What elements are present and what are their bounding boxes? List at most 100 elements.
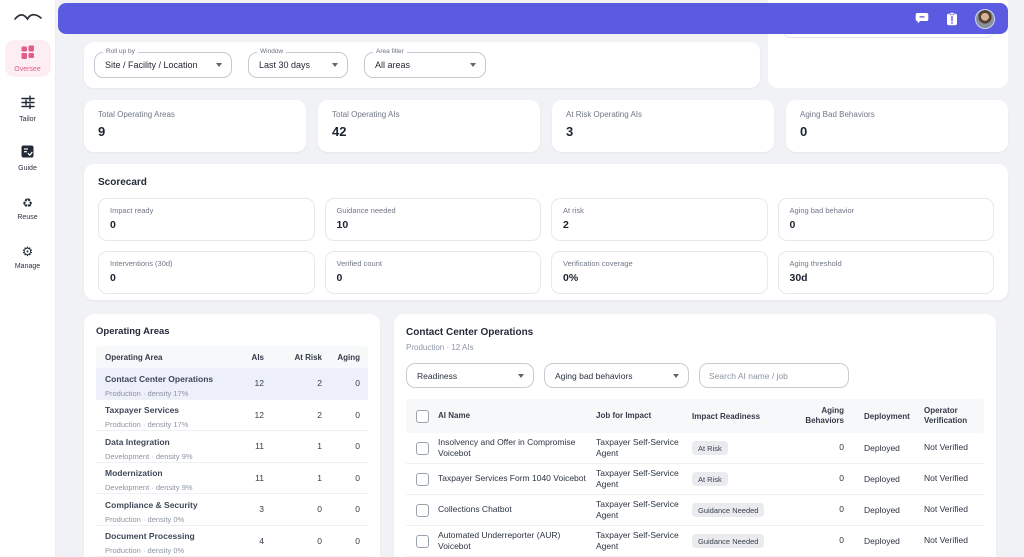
col-deployment: Deployment [864,411,910,421]
metric-verified-count: Verified count 0 [324,251,541,294]
aging-value: Aging bad behaviors [555,370,633,381]
sidebar-item-label: Reuse [17,214,38,221]
row-checkbox[interactable] [415,503,429,517]
ai-job: Taxpayer Self-Service Agent [596,498,679,520]
metric-interventions-30d: Interventions (30d) 0 [98,251,315,294]
sidebar-item-tailor[interactable]: Tailor [5,90,51,127]
checklist-icon [21,145,34,159]
roll-up-by-value: Site / Facility / Location [105,60,198,70]
sidebar-item-guide[interactable]: Guide [5,140,51,176]
app-logo-bird-icon [12,10,44,26]
metric-value: 0 [336,272,343,284]
ai-verification: Not Verified [924,442,968,453]
chat-icon[interactable] [915,12,929,25]
area-aging: 0 [355,409,360,420]
sidebar-item-reuse[interactable]: ♻ Reuse [5,189,51,225]
area-ais: 12 [254,378,264,389]
readiness-badge: At Risk [692,472,728,486]
metric-label: Impact ready [110,206,154,215]
window-select[interactable]: Window Last 30 days [248,48,348,78]
select-all-checkbox[interactable] [415,409,429,423]
operating-areas-table-header: Operating Area AIs At Risk Aging [96,346,368,368]
main-content: Roll up by Site / Facility / Location Wi… [84,0,1008,557]
metric-value: 0 [110,272,116,284]
table-row[interactable]: Taxpayer Services Production · density 17… [96,400,368,431]
row-checkbox[interactable] [415,472,429,486]
ai-table-header: AI Name Job for Impact Impact Readiness … [406,399,984,433]
global-filter-bar: Roll up by Site / Facility / Location Wi… [84,42,760,88]
col-aging-behaviors: Aging Behaviors [805,405,844,425]
sidebar-item-manage[interactable]: ⚙ Manage [5,238,51,274]
table-row[interactable]: Taxpayer Services Form 1040 Voicebot Tax… [406,464,984,495]
scorecard-metric-grid: Impact ready 0 Guidance needed 10 At ris… [98,198,994,294]
area-detail-title: Contact Center Operations [406,327,534,338]
ai-name: Automated Underreporter (AUR) Voicebot [438,529,561,551]
scorecard-panel: Scorecard Impact ready 0 Guidance needed… [84,164,1008,300]
scorecard-title: Scorecard [98,177,147,188]
recycle-icon: ♻ [22,196,33,210]
ai-verification: Not Verified [924,535,968,546]
readiness-value: Readiness [417,370,458,381]
table-row[interactable]: Contact Center Operations Production · de… [96,368,368,400]
ai-deployment: Deployed [864,474,900,484]
area-ais: 11 [255,472,264,483]
search-input[interactable] [699,363,849,388]
table-row[interactable]: Compliance & Security Production · densit… [96,494,368,526]
metric-impact-ready: Impact ready 0 [98,198,315,241]
table-row[interactable]: Data Integration Development · density 9%… [96,431,368,463]
kpi-label: Total Operating AIs [332,110,400,119]
kpi-label: At Risk Operating AIs [566,110,643,119]
metric-label: At risk [563,206,584,215]
area-filter-select[interactable]: Area filter All areas [364,48,486,78]
area-name: Contact Center Operations [105,373,214,384]
table-row[interactable]: Automated Underreporter (AUR) Voicebot T… [406,526,984,557]
table-row[interactable]: Insolvency and Offer in Compromise Voice… [406,433,984,464]
area-subtitle: Production · density 0% [105,546,185,556]
table-row[interactable]: Document Processing Production · density … [96,526,368,557]
area-name: Modernization [105,468,163,479]
col-ais: AIs [251,352,264,362]
area-ais: 4 [259,535,264,546]
metric-label: Aging bad behavior [789,206,855,215]
sidebar-item-label: Guide [18,165,37,172]
topbar [58,3,1008,34]
aging-bad-behaviors-select[interactable]: Aging bad behaviors [544,363,689,388]
metric-label: Guidance needed [336,206,396,215]
readiness-select[interactable]: Readiness [406,363,534,388]
kpi-label: Aging Bad Behaviors [800,110,875,119]
area-filter-label: Area filter [373,48,407,55]
area-aging: 0 [355,472,360,483]
ai-aging: 0 [839,473,844,484]
row-checkbox[interactable] [415,441,429,455]
metric-value: 0% [563,272,579,284]
kpi-value: 42 [332,124,347,139]
area-detail-panel: Contact Center Operations Production · 1… [394,314,996,557]
roll-up-by-label: Roll up by [103,48,138,55]
row-checkbox[interactable] [415,534,429,548]
col-job-for-impact: Job for Impact [596,410,652,420]
area-name: Data Integration [105,436,170,447]
chevron-down-icon [332,63,338,67]
roll-up-by-select[interactable]: Roll up by Site / Facility / Location [94,48,232,78]
ai-deployment: Deployed [864,505,900,515]
ai-deployment: Deployed [864,536,900,546]
sidebar-item-oversee[interactable]: Oversee [4,40,51,77]
area-at-risk: 1 [317,472,322,483]
ai-name: Insolvency and Offer in Compromise Voice… [438,436,576,458]
metric-label: Interventions (30d) [110,259,173,268]
operating-areas-panel: Operating Areas Operating Area AIs At Ri… [84,314,380,557]
area-ais: 12 [254,409,264,420]
table-row[interactable]: Collections Chatbot Taxpayer Self-Servic… [406,495,984,526]
alert-clipboard-icon[interactable] [946,11,958,26]
area-detail-filters: Readiness Aging bad behaviors [406,363,984,388]
gear-icon: ⚙ [21,245,34,260]
area-subtitle: Development · density 9% [105,451,193,461]
user-avatar[interactable] [975,8,995,29]
kpi-value: 9 [98,124,106,139]
metric-value: 30d [789,272,808,284]
table-row[interactable]: Modernization Development · density 9% 11… [96,463,368,494]
kpi-total-operating-ais: Total Operating AIs 42 [318,100,540,152]
area-at-risk: 0 [317,535,322,546]
sidebar-item-label: Oversee [14,66,41,73]
col-at-risk: At Risk [294,352,322,362]
